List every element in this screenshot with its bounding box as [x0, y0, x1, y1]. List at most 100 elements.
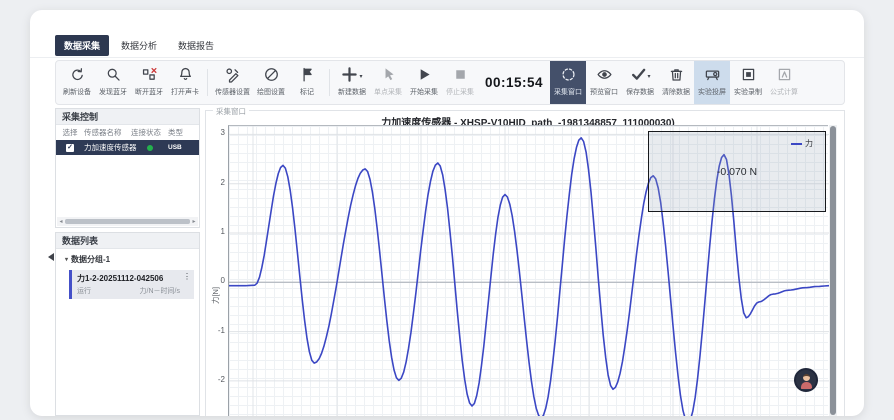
measurement-annotation: -0.070 N — [717, 166, 757, 178]
record-frame-icon — [740, 66, 757, 88]
acquisition-control-panel: 采集控制 选择 传感器名称 连接状态 类型 ✓力加速度传感器USB ◂ ▸ — [55, 108, 200, 228]
search-icon — [105, 66, 122, 88]
mark-label: 标记 — [300, 87, 314, 97]
circle-pen-icon — [263, 66, 280, 88]
clear-data-button[interactable]: 清除数据 — [658, 61, 694, 104]
formula-calc-button[interactable]: 公式计算 — [766, 61, 802, 104]
save-data-button[interactable]: ▾ 保存数据 — [622, 61, 658, 104]
experiment-record-button[interactable]: 实验录制 — [730, 61, 766, 104]
chart-legend: 力 — [791, 138, 813, 149]
refresh-device-label: 刷新设备 — [63, 87, 91, 97]
sensor-checkbox[interactable]: ✓ — [66, 144, 74, 152]
chevron-down-icon[interactable]: ▾ — [648, 73, 651, 80]
trash-icon — [668, 66, 685, 88]
capture-window-label: 采集窗口 — [554, 87, 582, 97]
pointer-icon — [380, 66, 397, 88]
col-sensor-name: 传感器名称 — [84, 127, 131, 138]
plus-icon — [341, 66, 358, 88]
experiment-cast-button[interactable]: 实验投屏 — [694, 61, 730, 104]
single-point-acquire-label: 单点采集 — [374, 87, 402, 97]
eye-icon — [596, 66, 613, 88]
chevron-down-icon: ▾ — [65, 256, 68, 263]
chart-vscrollbar[interactable] — [829, 125, 837, 416]
sensor-settings-button[interactable]: 传感器设置 — [212, 61, 253, 104]
refresh-device-button[interactable]: 刷新设备 — [59, 61, 95, 104]
preview-window-button[interactable]: 预览窗口 — [586, 61, 622, 104]
sidebar-collapse-handle[interactable] — [48, 253, 54, 261]
disconnect-bluetooth-button[interactable]: 断开蓝牙 — [131, 61, 167, 104]
chevron-down-icon[interactable]: ▾ — [359, 73, 362, 80]
check-icon — [630, 66, 647, 88]
open-soundcard-button[interactable]: 打开声卡 — [167, 61, 203, 104]
avatar-body-icon — [801, 382, 812, 389]
experiment-record-label: 实验录制 — [734, 87, 762, 97]
bell-icon — [177, 66, 194, 88]
status-dot-icon — [147, 145, 153, 151]
dashed-circle-icon — [560, 66, 577, 88]
toolbar-separator — [207, 69, 208, 96]
legend-label: 力 — [805, 138, 813, 149]
new-data-label: 新建数据 — [338, 87, 366, 97]
sensor-table-hscrollbar[interactable]: ◂ ▸ — [57, 217, 198, 226]
acquisition-timer: 00:15:54 — [485, 75, 543, 90]
mark-button[interactable]: 标记 — [289, 61, 325, 104]
tab-data-acquisition[interactable]: 数据采集 — [55, 35, 109, 56]
col-status: 连接状态 — [131, 127, 168, 138]
plot-settings-button[interactable]: 绘图设置 — [253, 61, 289, 104]
projector-icon — [704, 66, 721, 88]
sensor-type: USB — [168, 144, 192, 151]
data-record-status: 运行 — [77, 286, 91, 296]
y-axis-tick: 1 — [205, 227, 225, 236]
col-type: 类型 — [168, 127, 192, 138]
discover-bluetooth-button[interactable]: 发现蓝牙 — [95, 61, 131, 104]
sensor-table-row[interactable]: ✓ 力加速度传感器 USB — [56, 140, 199, 155]
y-axis-tick: -1 — [205, 326, 225, 335]
hscroll-thumb[interactable] — [65, 219, 190, 224]
preview-window-label: 预览窗口 — [590, 87, 618, 97]
start-acquisition-button[interactable]: 开始采集 — [406, 61, 442, 104]
data-record-axes: 力/N－时间/s — [140, 286, 180, 296]
experiment-cast-label: 实验投屏 — [698, 87, 726, 97]
capture-window-button[interactable]: 采集窗口 — [550, 61, 586, 104]
sensor-pen-icon — [224, 66, 241, 88]
sensor-settings-label: 传感器设置 — [215, 87, 250, 97]
play-icon — [416, 66, 433, 88]
toolbar-separator — [329, 69, 330, 96]
refresh-icon — [69, 66, 86, 88]
data-group-row[interactable]: ▾ 数据分组-1 — [56, 249, 199, 268]
flag-icon — [299, 66, 316, 88]
formula-frame-icon — [776, 66, 793, 88]
disconnect-bluetooth-label: 断开蓝牙 — [135, 87, 163, 97]
assistant-avatar-button[interactable] — [794, 368, 818, 392]
vscroll-thumb[interactable] — [830, 126, 836, 415]
stop-acquisition-button[interactable]: 停止采集 — [442, 61, 478, 104]
scroll-right-icon[interactable]: ▸ — [190, 218, 198, 225]
scroll-left-icon[interactable]: ◂ — [57, 218, 65, 225]
col-select: 选择 — [56, 127, 84, 138]
tab-data-analysis[interactable]: 数据分析 — [112, 35, 166, 56]
bluetooth-off-icon — [141, 66, 158, 88]
data-record-item[interactable]: 力1-2-20251112-042506 ⋮ 运行 力/N－时间/s — [69, 270, 194, 299]
y-axis-tick: 3 — [205, 128, 225, 137]
formula-calc-label: 公式计算 — [770, 87, 798, 97]
main-tabs: 数据采集 数据分析 数据报告 — [55, 35, 223, 56]
stop-acquisition-label: 停止采集 — [446, 87, 474, 97]
save-data-label: 保存数据 — [626, 87, 654, 97]
toolbar: 刷新设备发现蓝牙断开蓝牙打开声卡 传感器设置绘图设置标记 ▾ 新建数据单点采集开始采集… — [55, 60, 845, 105]
kebab-menu-icon[interactable]: ⋮ — [183, 273, 191, 281]
tab-data-report[interactable]: 数据报告 — [169, 35, 223, 56]
stop-icon — [452, 66, 469, 88]
sensor-name: 力加速度传感器 — [84, 142, 131, 153]
data-record-title: 力1-2-20251112-042506 — [77, 273, 190, 284]
y-axis-tick: 2 — [205, 178, 225, 187]
open-soundcard-label: 打开声卡 — [171, 87, 199, 97]
single-point-acquire-button[interactable]: 单点采集 — [370, 61, 406, 104]
y-axis-tick: 0 — [205, 276, 225, 285]
y-axis-tick: -2 — [205, 375, 225, 384]
start-acquisition-label: 开始采集 — [410, 87, 438, 97]
new-data-button[interactable]: ▾ 新建数据 — [334, 61, 370, 104]
data-list-panel: 数据列表 ▾ 数据分组-1 力1-2-20251112-042506 ⋮ 运行 … — [55, 232, 200, 416]
acquisition-chart-group: 采集窗口 力加速度传感器 - XHSP-V10HID_path_-1981348… — [205, 104, 845, 416]
sensor-table-header: 选择 传感器名称 连接状态 类型 — [56, 125, 199, 140]
app-window: 数据采集 数据分析 数据报告 刷新设备发现蓝牙断开蓝牙打开声卡 传感器设置绘图设置… — [30, 10, 864, 416]
